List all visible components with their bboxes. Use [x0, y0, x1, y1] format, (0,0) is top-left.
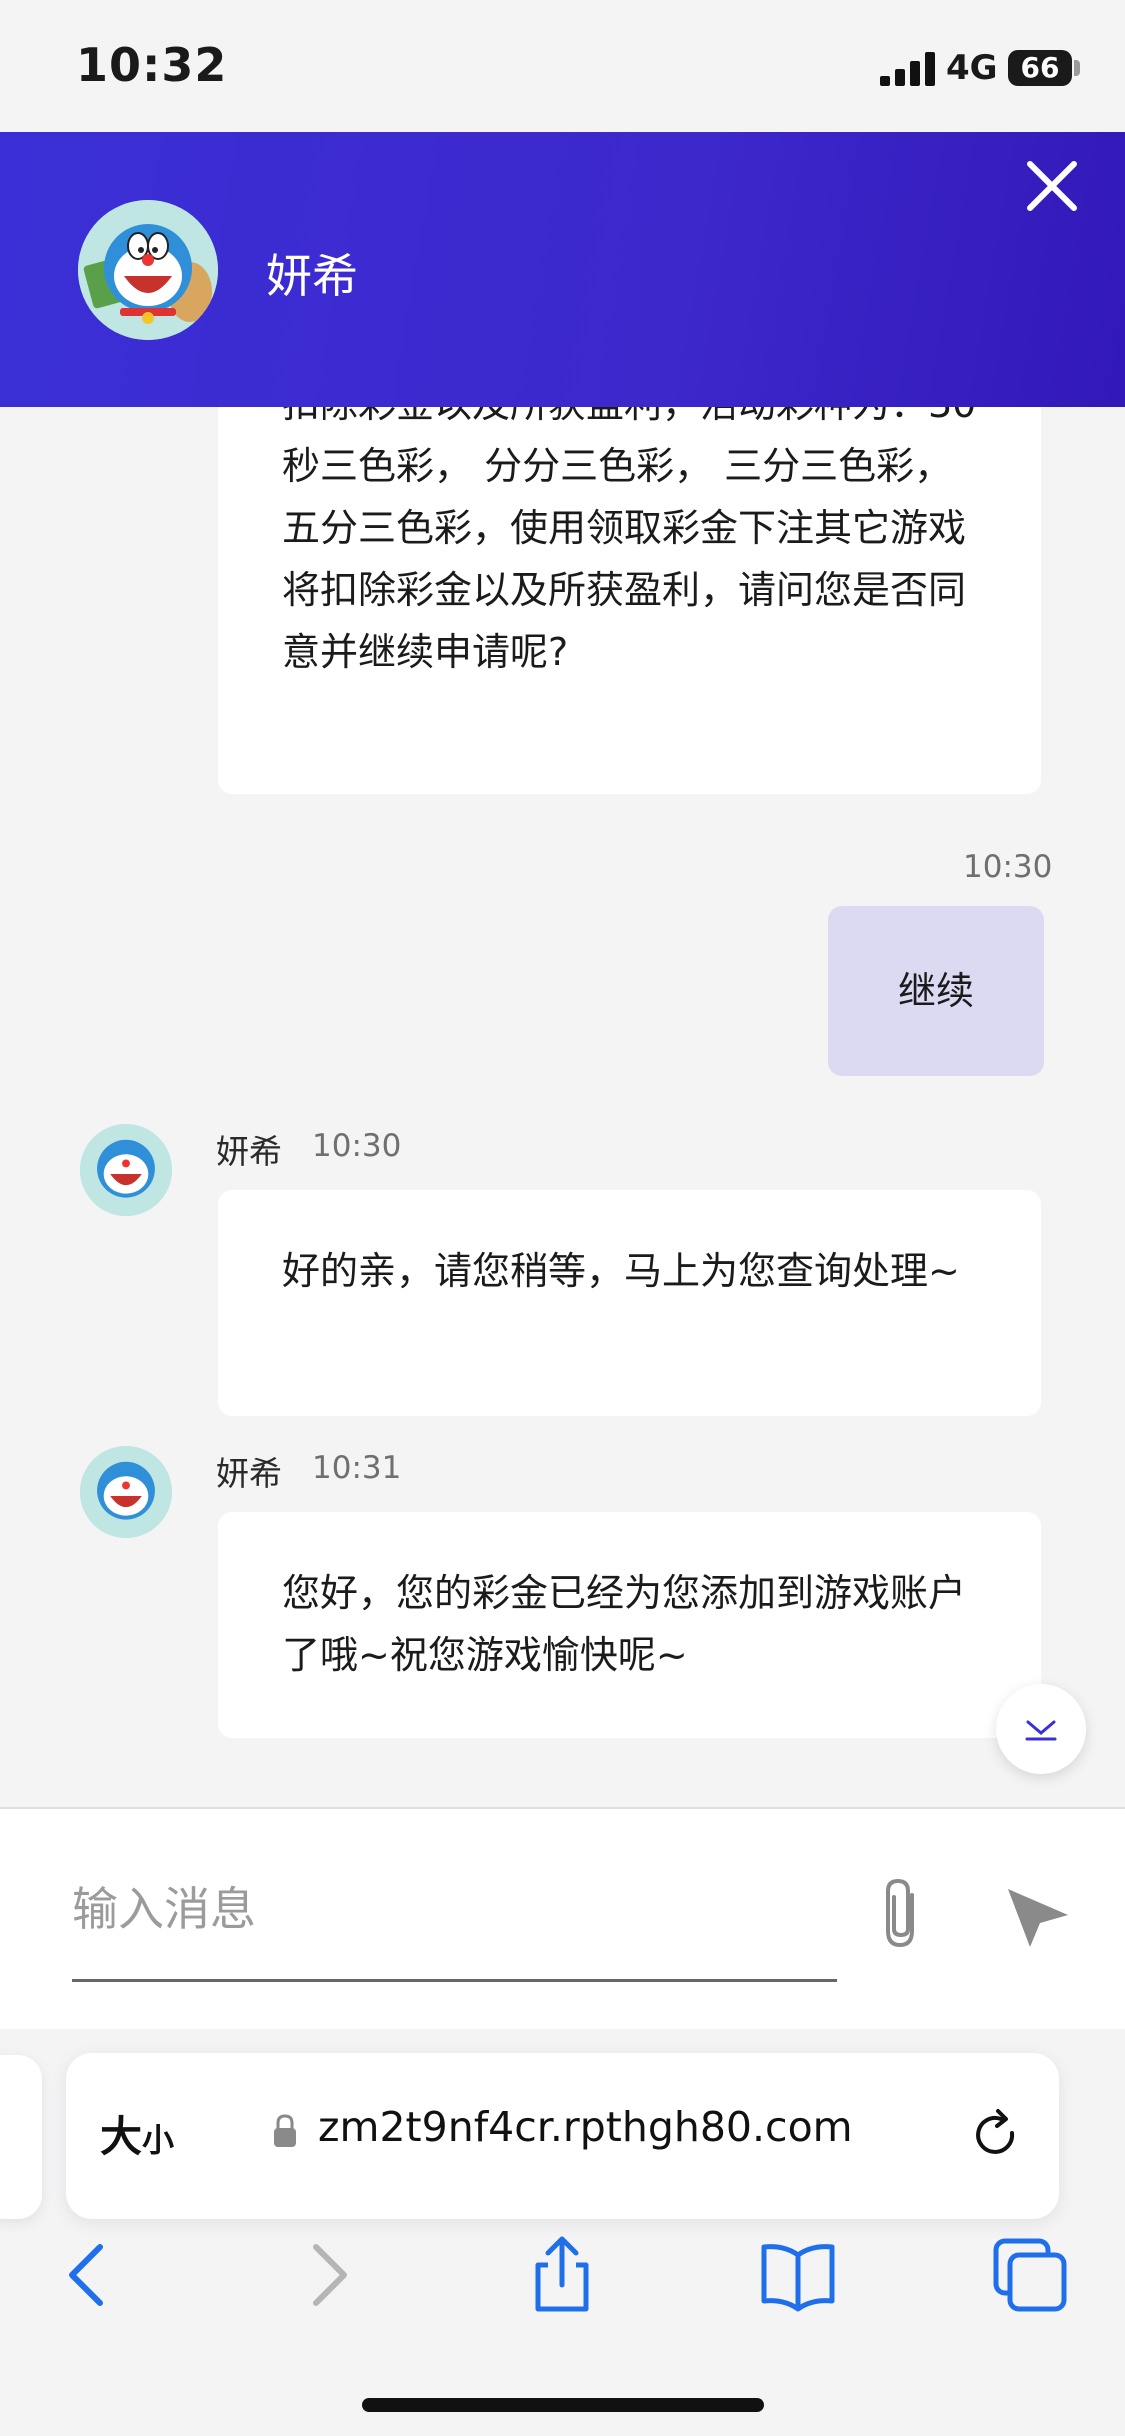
sender-name: 妍希: [216, 1132, 282, 1171]
forward-icon[interactable]: [288, 2235, 368, 2315]
message-text: 好的亲，请您稍等，马上为您查询处理~: [282, 1249, 960, 1293]
agent-avatar-small: [80, 1124, 172, 1216]
message-timestamp: 10:30: [312, 1128, 402, 1164]
incoming-message: 扣除彩金以及所获盈利，活动彩种为：30秒三色彩， 分分三色彩， 三分三色彩，五分…: [218, 407, 1041, 794]
agent-name: 妍希: [266, 249, 358, 303]
battery-tip: [1074, 60, 1080, 76]
agent-avatar: [78, 200, 218, 340]
doraemon-avatar-icon: [80, 1446, 172, 1538]
incoming-message: 好的亲，请您稍等，马上为您查询处理~: [218, 1190, 1041, 1416]
browser-chrome: 大小 zm2t9nf4cr.rpthgh80.com: [0, 2029, 1125, 2436]
message-timestamp: 10:31: [312, 1450, 402, 1486]
lock-icon: [274, 2114, 296, 2147]
network-type: 4G: [946, 48, 998, 88]
doraemon-avatar-icon: [78, 200, 218, 340]
doraemon-avatar-icon: [80, 1124, 172, 1216]
cellular-signal-icon: [880, 52, 935, 86]
text-size-small: 小: [142, 2121, 175, 2159]
chat-header: 妍希: [0, 132, 1125, 407]
share-icon[interactable]: [522, 2235, 602, 2315]
back-icon[interactable]: [48, 2235, 128, 2315]
status-bar: 10:32 4G 66: [0, 0, 1125, 132]
address-bar[interactable]: 大小 zm2t9nf4cr.rpthgh80.com: [66, 2053, 1059, 2219]
message-input[interactable]: [72, 1869, 837, 1949]
tabs-icon[interactable]: [990, 2235, 1070, 2315]
message-list[interactable]: 扣除彩金以及所获盈利，活动彩种为：30秒三色彩， 分分三色彩， 三分三色彩，五分…: [0, 407, 1125, 1807]
message-timestamp: 10:30: [963, 849, 1053, 885]
paperclip-icon[interactable]: [872, 1875, 932, 1951]
sender-name: 妍希: [216, 1454, 282, 1493]
text-size-button[interactable]: 大小: [100, 2103, 174, 2164]
message-text: 继续: [897, 969, 974, 1013]
scroll-to-bottom-button[interactable]: [996, 1684, 1086, 1774]
text-size-large: 大: [100, 2112, 143, 2161]
chevron-down-icon: [1025, 1720, 1057, 1741]
reload-icon[interactable]: [968, 2107, 1024, 2163]
agent-avatar-small: [80, 1446, 172, 1538]
url-text[interactable]: zm2t9nf4cr.rpthgh80.com: [318, 2103, 853, 2151]
home-indicator: [362, 2398, 764, 2412]
message-text: 扣除彩金以及所获盈利，活动彩种为：30秒三色彩， 分分三色彩， 三分三色彩，五分…: [282, 407, 976, 674]
battery-icon: 66: [1008, 50, 1072, 86]
message-input-field[interactable]: [72, 1869, 837, 1982]
incoming-message: 您好，您的彩金已经为您添加到游戏账户了哦~祝您游戏愉快呢~: [218, 1512, 1041, 1738]
message-text: 您好，您的彩金已经为您添加到游戏账户了哦~祝您游戏愉快呢~: [282, 1571, 967, 1677]
close-icon[interactable]: [1020, 154, 1084, 218]
send-icon[interactable]: [1004, 1883, 1072, 1951]
bookmarks-icon[interactable]: [758, 2235, 838, 2315]
outgoing-message: 继续: [828, 906, 1044, 1076]
status-time: 10:32: [76, 38, 228, 92]
previous-tab-peek[interactable]: [0, 2055, 42, 2219]
message-composer: [0, 1807, 1125, 2031]
